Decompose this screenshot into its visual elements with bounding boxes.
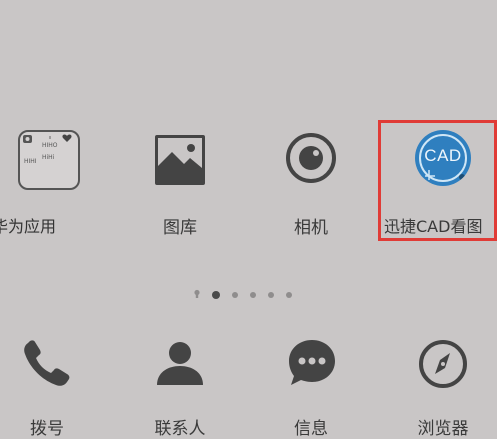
bulb-icon	[194, 289, 200, 298]
app-label: 华为应用	[0, 217, 57, 236]
page-dot	[268, 292, 274, 298]
folder-mini-text: HiHi	[42, 154, 55, 161]
contacts-icon	[157, 342, 203, 385]
dock-label: 拨号	[30, 419, 64, 439]
folder-icon: HIHO HiHi HIHI	[18, 130, 80, 190]
phone-icon	[24, 340, 70, 386]
page-dot	[286, 292, 292, 298]
page-dot	[232, 292, 238, 298]
dock-label: 联系人	[154, 419, 206, 439]
page-dot	[250, 292, 256, 298]
app-label: 图库	[163, 218, 197, 238]
camera-icon	[286, 133, 336, 183]
folder-mini-text: HIHO	[42, 142, 58, 149]
dock-label: 浏览器	[417, 419, 469, 439]
app-label: 相机	[294, 218, 328, 238]
highlight-box	[378, 120, 497, 241]
browser-icon	[419, 340, 467, 388]
folder-mini-text: HIHI	[24, 158, 37, 165]
gallery-icon	[155, 135, 205, 185]
page-indicator	[194, 289, 304, 300]
messages-icon	[289, 340, 335, 385]
page-dot	[212, 291, 220, 299]
dock-label: 信息	[294, 419, 328, 439]
